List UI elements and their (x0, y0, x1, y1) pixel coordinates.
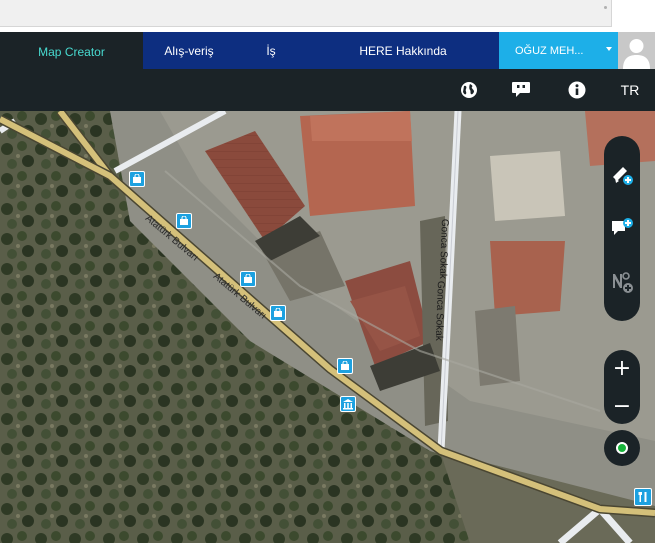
shopping-icon (244, 274, 252, 283)
user-silhouette-icon (623, 39, 650, 69)
add-address-icon (613, 272, 633, 293)
nav-tab-shopping[interactable]: Alış-veriş (143, 32, 235, 69)
shopping-poi-marker[interactable] (337, 358, 353, 374)
shopping-icon (274, 308, 282, 317)
edit-tools-panel (604, 136, 640, 321)
user-menu-button[interactable]: OĞUZ MEH... (499, 32, 618, 69)
location-dot-icon (616, 442, 628, 454)
browser-top-area (0, 0, 655, 32)
shopping-poi-marker[interactable] (129, 171, 145, 187)
zoom-controls: + − (604, 350, 640, 424)
zoom-out-button[interactable]: − (604, 388, 640, 424)
language-selector[interactable]: TR (616, 69, 644, 111)
user-name: OĞUZ MEH... (515, 44, 584, 57)
info-icon[interactable] (566, 79, 588, 101)
add-address-button[interactable] (604, 264, 640, 300)
map-canvas[interactable]: Atatürk Bulvarı Atatürk Bulvarı Gonca So… (0, 111, 655, 543)
globe-icon[interactable] (458, 79, 480, 101)
street-label-side-1: Gonca Sokak (436, 218, 450, 280)
secondary-toolbar (0, 69, 655, 111)
add-road-button[interactable] (604, 156, 640, 192)
restaurant-icon (638, 492, 647, 502)
browser-address-bar[interactable] (0, 0, 612, 27)
nav-tab-business[interactable]: İş (235, 32, 307, 69)
locate-me-button[interactable] (604, 430, 640, 466)
feedback-icon[interactable] (510, 79, 532, 101)
browser-menu-dot (604, 6, 607, 9)
shopping-poi-marker[interactable] (240, 271, 256, 287)
street-label-side-2: Gonca Sokak (432, 280, 446, 342)
add-place-button[interactable] (604, 210, 640, 246)
zoom-in-button[interactable]: + (604, 350, 640, 386)
satellite-map-imagery (0, 111, 655, 543)
nav-tab-map-creator[interactable]: Map Creator (0, 32, 143, 69)
shopping-poi-marker[interactable] (270, 305, 286, 321)
shopping-icon (180, 216, 188, 225)
restaurant-poi-marker[interactable] (634, 488, 652, 506)
chevron-down-icon (606, 47, 612, 51)
shopping-poi-marker[interactable] (176, 213, 192, 229)
avatar[interactable] (618, 32, 655, 69)
add-road-icon (613, 167, 633, 185)
shopping-icon (341, 361, 349, 370)
nav-tab-about-here[interactable]: HERE Hakkında (307, 32, 499, 69)
building-icon (343, 399, 353, 410)
public-building-poi-marker[interactable] (340, 396, 356, 412)
add-place-icon (612, 218, 633, 235)
shopping-icon (133, 174, 141, 183)
